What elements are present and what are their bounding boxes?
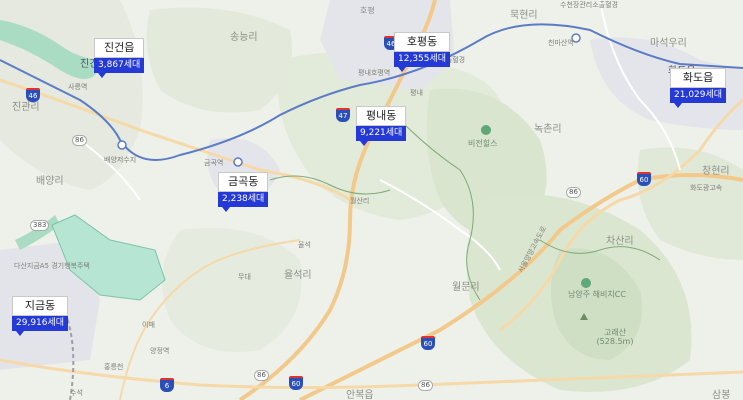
marker-count: 29,916세대	[12, 316, 69, 331]
place-label: 배양리	[36, 176, 64, 187]
route-shield-icon: 6	[160, 378, 174, 392]
place-label: 삼봉	[712, 390, 731, 400]
place-label: 평내	[410, 89, 423, 97]
station-icon	[117, 140, 127, 150]
place-label: 양정역	[150, 347, 170, 355]
place-label: 묵현리	[510, 10, 538, 21]
route-shield-icon: 60	[289, 376, 303, 390]
place-label: 비전힐스	[468, 139, 498, 148]
place-label: 금곡역	[204, 159, 224, 167]
golf-icon	[481, 125, 491, 135]
household-marker-pyeongnae[interactable]: 평내동 9,221세대	[356, 106, 407, 146]
place-label: 홍릉천	[104, 363, 124, 371]
marker-pointer-icon	[398, 67, 406, 72]
route-shield-icon: 60	[421, 336, 435, 350]
place-label: 무대	[238, 273, 251, 281]
place-label: 고래산 (528.5m)	[596, 328, 634, 346]
household-marker-hopyeong[interactable]: 호평동 12,355세대	[394, 32, 451, 72]
route-shield-icon: 86	[418, 380, 433, 391]
place-label: 월문리	[452, 282, 480, 293]
place-label: 화도광고속	[690, 184, 723, 192]
marker-count: 21,029세대	[670, 88, 727, 103]
household-marker-jingeon[interactable]: 진건읍 3,867세대	[94, 38, 145, 78]
place-label: 창현리	[702, 166, 730, 177]
household-marker-hwado[interactable]: 화도읍 21,029세대	[670, 68, 727, 108]
place-label: 호평	[360, 6, 375, 15]
route-shield-icon: 383	[30, 220, 50, 231]
route-shield-icon: 86	[566, 187, 581, 198]
route-shield-icon: 47	[336, 108, 350, 122]
place-label: 녹촌리	[534, 124, 562, 135]
marker-pointer-icon	[222, 207, 230, 212]
route-shield-icon: 46	[26, 88, 40, 102]
place-label: 차산리	[606, 236, 634, 247]
marker-name: 진건읍	[94, 38, 145, 58]
marker-count: 2,238세대	[218, 192, 269, 207]
marker-pointer-icon	[16, 331, 24, 336]
place-label: 천마산역	[548, 39, 574, 47]
place-label: 율석	[298, 241, 311, 249]
station-icon	[233, 157, 243, 167]
place-label: 율석리	[284, 270, 312, 281]
lowland-area	[162, 228, 302, 352]
household-marker-jigeum[interactable]: 지금동 29,916세대	[12, 296, 69, 336]
marker-name: 호평동	[394, 32, 451, 52]
household-marker-geumgok[interactable]: 금곡동 2,238세대	[218, 172, 269, 212]
marker-pointer-icon	[360, 141, 368, 146]
marker-pointer-icon	[674, 103, 682, 108]
marker-pointer-icon	[98, 73, 106, 78]
place-label: 평내호평역	[358, 69, 391, 77]
place-label: 남양주 해비치CC	[568, 290, 626, 299]
place-label: 이패	[142, 321, 155, 329]
place-label: 수석	[70, 389, 83, 397]
place-label: 송능리	[230, 32, 258, 43]
marker-name: 금곡동	[218, 172, 269, 192]
marker-name: 지금동	[12, 296, 69, 316]
golf-icon	[581, 278, 591, 288]
route-shield-icon: 86	[72, 135, 87, 146]
marker-count: 3,867세대	[94, 58, 145, 73]
place-label: 수천장관리소출혈경	[560, 1, 618, 9]
hill-area	[146, 7, 292, 113]
marker-count: 9,221세대	[356, 126, 407, 141]
place-label: 다산지금A5 경기행복주택	[14, 262, 90, 270]
marker-name: 화도읍	[670, 68, 727, 88]
place-label: 사릉역	[68, 83, 88, 91]
map-canvas[interactable]: 송능리 호평 묵현리 수천장관리소출혈경 천마산역 마석우리 화도읍 진건읍 사…	[0, 0, 743, 400]
place-label: 마석우리	[650, 38, 687, 49]
place-label: 안복읍	[346, 390, 374, 400]
place-label: 배양저수지	[104, 156, 137, 164]
place-label: 월산리	[350, 197, 370, 205]
route-shield-icon: 86	[254, 370, 269, 381]
marker-count: 12,355세대	[394, 52, 451, 67]
marker-name: 평내동	[356, 106, 407, 126]
route-shield-icon: 60	[637, 172, 651, 186]
